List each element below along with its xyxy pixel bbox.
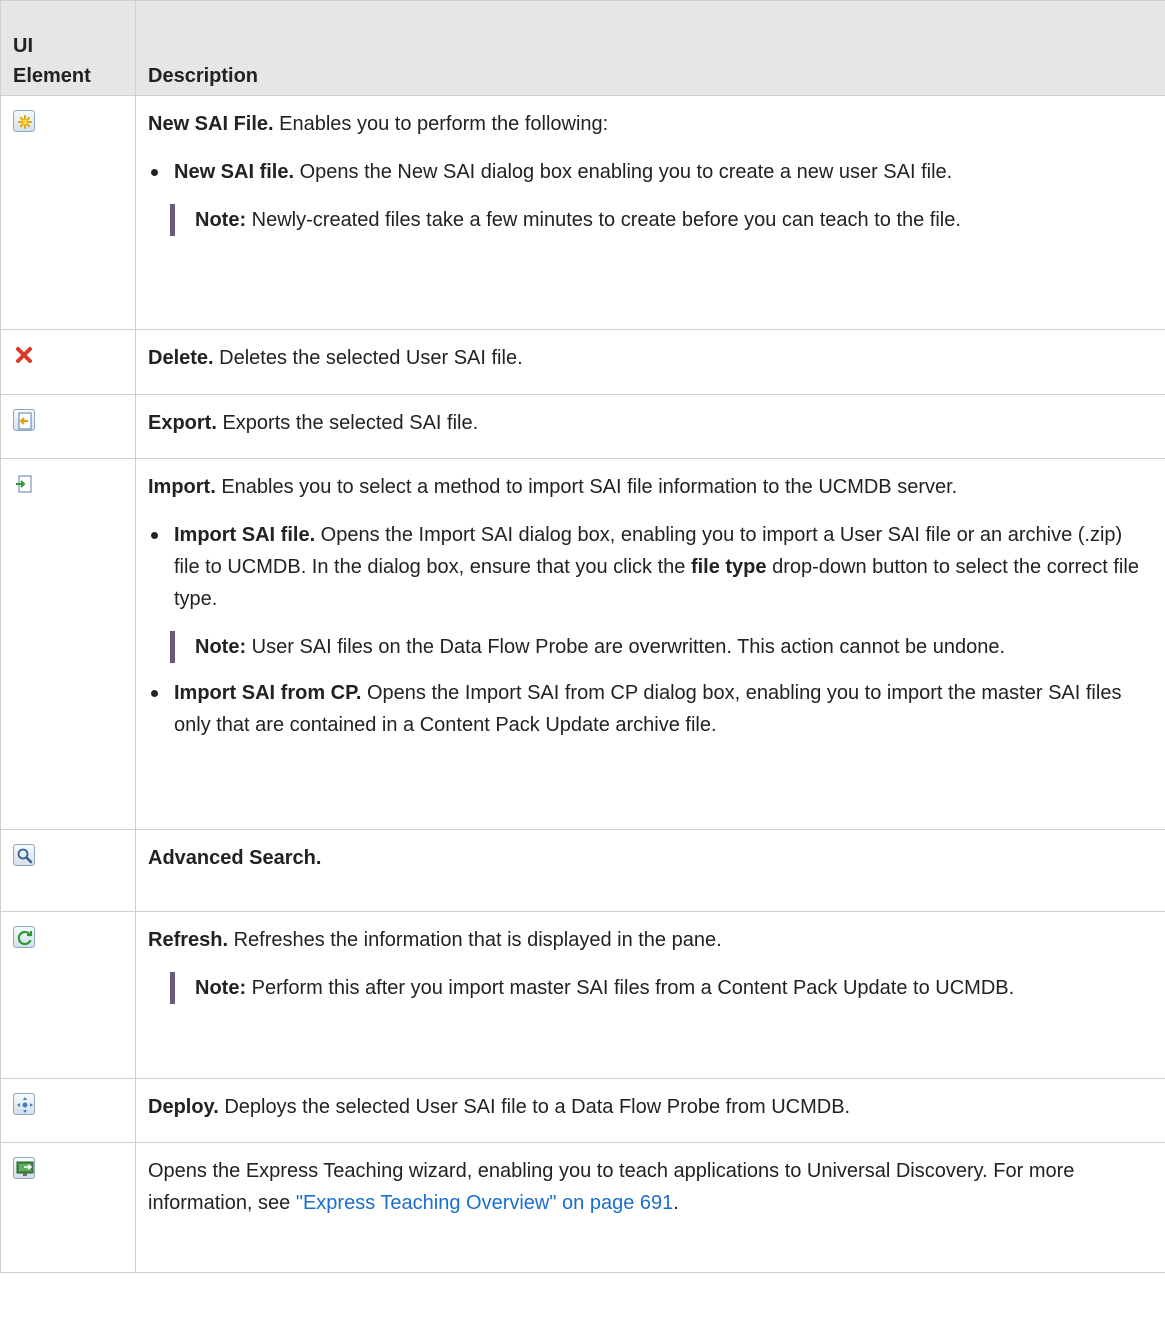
- table-row: Delete. Deletes the selected User SAI fi…: [0, 329, 1165, 395]
- row-title: Refresh.: [148, 929, 229, 951]
- note-block: Note: Newly-created files take a few min…: [170, 204, 1151, 236]
- description-express-teaching: Opens the Express Teaching wizard, enabl…: [135, 1142, 1165, 1273]
- description-import: Import. Enables you to select a method t…: [135, 458, 1165, 830]
- list-item: Import SAI file. Opens the Import SAI di…: [148, 519, 1151, 663]
- bullet-list: Import SAI file. Opens the Import SAI di…: [148, 519, 1151, 741]
- delete-x-icon[interactable]: [13, 344, 35, 366]
- table-row: Opens the Express Teaching wizard, enabl…: [0, 1142, 1165, 1273]
- note-block: Note: User SAI files on the Data Flow Pr…: [170, 631, 1151, 663]
- row-title: Deploy.: [148, 1096, 219, 1118]
- table-row: Import. Enables you to select a method t…: [0, 458, 1165, 830]
- deploy-icon[interactable]: [13, 1093, 35, 1115]
- note-block: Note: Perform this after you import mast…: [170, 972, 1151, 1004]
- row-title: Delete.: [148, 347, 214, 369]
- description-delete: Delete. Deletes the selected User SAI fi…: [135, 329, 1165, 395]
- header-description: Description: [135, 0, 1165, 96]
- description-export: Export. Exports the selected SAI file.: [135, 394, 1165, 459]
- row-title: Advanced Search.: [148, 847, 322, 869]
- table-row: New SAI File. Enables you to perform the…: [0, 95, 1165, 330]
- express-teaching-icon[interactable]: [13, 1157, 35, 1179]
- refresh-icon[interactable]: [13, 926, 35, 948]
- header-ui-element: UI Element: [0, 0, 136, 96]
- row-title: New SAI File.: [148, 113, 274, 135]
- description-deploy: Deploy. Deploys the selected User SAI fi…: [135, 1078, 1165, 1143]
- ui-elements-table: UI Element Description New SAI File. Ena…: [0, 0, 1165, 1273]
- description-search: Advanced Search.: [135, 829, 1165, 912]
- table-row: Refresh. Refreshes the information that …: [0, 911, 1165, 1079]
- table-row: Advanced Search.: [0, 829, 1165, 912]
- export-icon[interactable]: [13, 409, 35, 431]
- list-item: Import SAI from CP. Opens the Import SAI…: [148, 677, 1151, 741]
- search-icon[interactable]: [13, 844, 35, 866]
- table-row: Export. Exports the selected SAI file.: [0, 394, 1165, 459]
- row-title: Export.: [148, 412, 217, 434]
- new-file-star-icon[interactable]: [13, 110, 35, 132]
- table-row: Deploy. Deploys the selected User SAI fi…: [0, 1078, 1165, 1143]
- express-teaching-overview-link[interactable]: "Express Teaching Overview" on page 691: [296, 1192, 673, 1214]
- description-refresh: Refresh. Refreshes the information that …: [135, 911, 1165, 1079]
- table-header-row: UI Element Description: [0, 0, 1165, 96]
- row-title: Import.: [148, 476, 216, 498]
- list-item: New SAI file. Opens the New SAI dialog b…: [148, 156, 1151, 188]
- bullet-list: New SAI file. Opens the New SAI dialog b…: [148, 156, 1151, 188]
- import-icon[interactable]: [13, 473, 35, 495]
- description-new-sai: New SAI File. Enables you to perform the…: [135, 95, 1165, 330]
